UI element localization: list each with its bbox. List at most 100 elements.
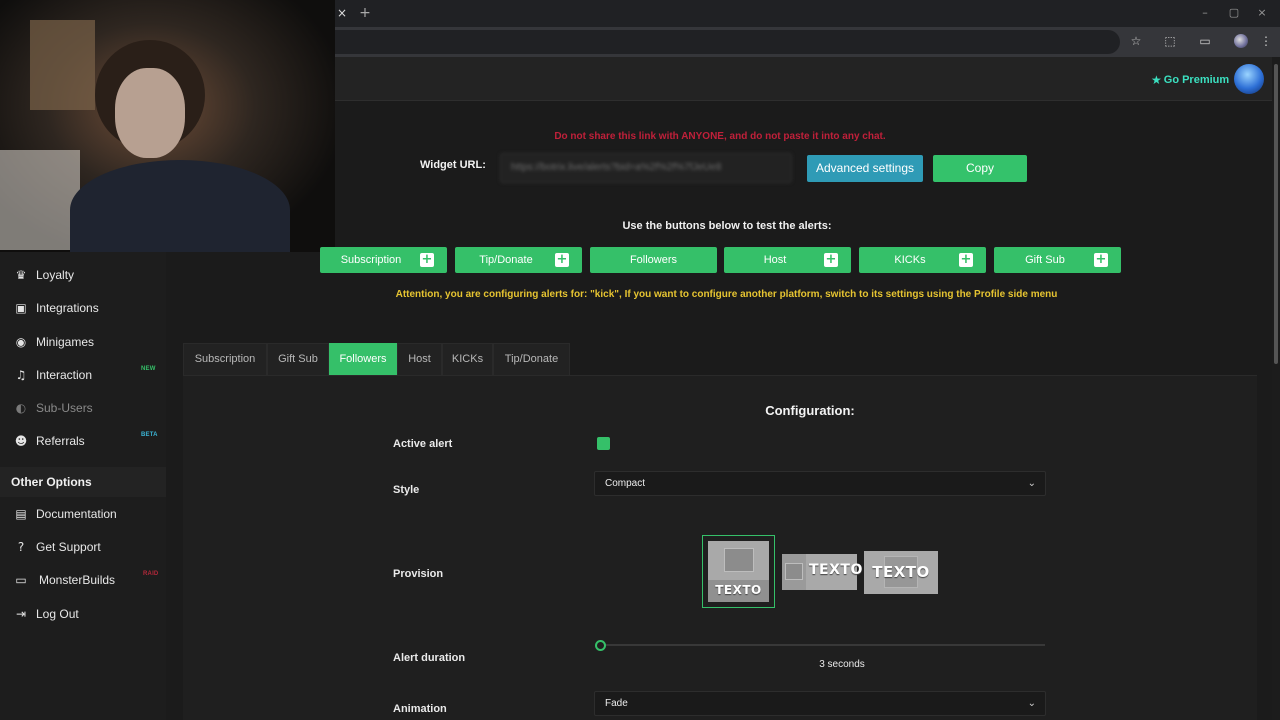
tab-close-icon[interactable]: × xyxy=(335,5,349,21)
test-subscription-button[interactable]: Subscription + xyxy=(320,247,447,273)
test-button-label: Gift Sub xyxy=(1025,254,1065,266)
plus-icon: + xyxy=(1094,252,1108,267)
sidebar-item-label: Documentation xyxy=(36,507,117,521)
plus-icon: + xyxy=(824,252,838,267)
restore-icon[interactable]: ▢ xyxy=(1227,6,1241,20)
gamepad-icon: ◉ xyxy=(15,335,27,349)
sidebar-item-label: Log Out xyxy=(36,607,79,621)
tab-subscription[interactable]: Subscription xyxy=(183,343,267,375)
tab-followers[interactable]: Followers xyxy=(329,343,397,375)
sidebar-item-log-out[interactable]: ⇥ Log Out xyxy=(0,599,166,629)
sidebar-item-loyalty[interactable]: ♛ Loyalty xyxy=(0,260,166,290)
question-icon: ? xyxy=(17,540,25,554)
plus-icon: + xyxy=(555,252,569,267)
sidebar-item-sub-users[interactable]: ◐ Sub-Users xyxy=(0,393,166,423)
cast-icon[interactable]: ▭ xyxy=(1197,33,1213,49)
tab-gift-sub[interactable]: Gift Sub xyxy=(267,343,329,375)
style-label: Style xyxy=(393,484,420,496)
integrations-icon: ▣ xyxy=(15,301,27,315)
test-kicks-button[interactable]: KICKs + xyxy=(859,247,986,273)
test-tip-donate-button[interactable]: Tip/Donate + xyxy=(455,247,582,273)
provision-option-vertical[interactable]: TEXTO xyxy=(702,535,775,608)
extensions-icon[interactable]: ⬚ xyxy=(1162,33,1178,49)
scrollbar-thumb[interactable] xyxy=(1274,64,1278,364)
trophy-icon: ♛ xyxy=(15,268,27,282)
test-followers-button[interactable]: Followers xyxy=(590,247,717,273)
site-header xyxy=(335,57,1272,101)
plus-icon: + xyxy=(420,252,434,267)
sidebar-item-label: Sub-Users xyxy=(36,401,93,415)
sidebar-item-minigames[interactable]: ◉ Minigames xyxy=(0,327,166,357)
raid-badge: RAID xyxy=(143,571,159,577)
menu-icon[interactable]: ⋮ xyxy=(1258,33,1274,49)
test-button-label: Subscription xyxy=(340,254,402,266)
widget-url-field[interactable]: https://botrix.live/alerts?bid=a%2f%2f%7… xyxy=(500,153,792,183)
animation-label: Animation xyxy=(393,703,447,715)
avatar[interactable] xyxy=(1234,64,1264,94)
provision-text: TEXTO xyxy=(872,563,930,581)
sidebar-item-label: Integrations xyxy=(36,301,99,315)
go-premium-label: Go Premium xyxy=(1163,74,1230,86)
test-button-label: KICKs xyxy=(894,254,926,266)
minimize-icon[interactable]: – xyxy=(1198,6,1212,20)
new-tab-icon[interactable]: + xyxy=(358,5,372,21)
widget-url-label: Widget URL: xyxy=(420,159,486,171)
style-select-value: Compact xyxy=(605,478,646,489)
alert-duration-slider[interactable] xyxy=(597,644,1045,646)
alert-duration-label: Alert duration xyxy=(393,652,466,664)
slider-handle[interactable] xyxy=(595,640,606,651)
provision-text: TEXTO xyxy=(715,583,762,597)
logout-icon: ⇥ xyxy=(15,607,27,621)
provision-option-horizontal[interactable]: TEXTO xyxy=(782,554,862,590)
new-badge: NEW xyxy=(141,366,156,372)
copy-button[interactable]: Copy xyxy=(933,155,1027,182)
sidebar-item-interaction[interactable]: ♫ Interaction NEW xyxy=(0,360,166,390)
window-close-icon[interactable]: × xyxy=(1255,6,1269,20)
book-icon: ▤ xyxy=(15,507,27,521)
star-icon: ★ xyxy=(1151,73,1162,87)
plus-icon: + xyxy=(959,252,973,267)
sidebar-item-monsterbuilds[interactable]: ▭ MonsterBuilds RAID xyxy=(0,565,166,595)
active-alert-label: Active alert xyxy=(393,438,453,450)
address-bar[interactable] xyxy=(335,30,1120,54)
provision-text: TEXTO xyxy=(809,562,863,578)
test-gift-sub-button[interactable]: Gift Sub + xyxy=(994,247,1121,273)
sidebar-item-integrations[interactable]: ▣ Integrations xyxy=(0,293,166,323)
advanced-settings-button[interactable]: Advanced settings xyxy=(807,155,923,182)
beta-badge: BETA xyxy=(141,432,158,438)
active-alert-checkbox[interactable] xyxy=(597,437,610,450)
animation-select[interactable]: Fade ⌄ xyxy=(594,691,1046,716)
sidebar-item-label: Loyalty xyxy=(36,268,75,282)
music-icon: ♫ xyxy=(15,368,27,382)
laptop-icon: ▭ xyxy=(15,573,27,587)
sidebar-item-documentation[interactable]: ▤ Documentation xyxy=(0,499,166,529)
tab-tip-donate[interactable]: Tip/Donate xyxy=(493,343,570,375)
referrals-icon: ☻ xyxy=(14,434,28,448)
image-placeholder-icon xyxy=(785,563,803,580)
sidebar-item-label: Referrals xyxy=(36,434,85,448)
test-button-label: Followers xyxy=(629,254,678,266)
style-select[interactable]: Compact ⌄ xyxy=(594,471,1046,496)
provision-option-overlay[interactable]: TEXTO xyxy=(864,551,938,594)
chevron-down-icon: ⌄ xyxy=(1027,698,1036,709)
star-icon[interactable]: ☆ xyxy=(1128,33,1144,49)
test-host-button[interactable]: Host + xyxy=(724,247,851,273)
alert-duration-value: 3 seconds xyxy=(819,659,865,670)
go-premium-link[interactable]: ★ Go Premium xyxy=(1151,72,1229,88)
sidebar-item-label: MonsterBuilds xyxy=(39,573,116,587)
sidebar-item-label: Interaction xyxy=(36,368,93,382)
test-button-label: Tip/Donate xyxy=(479,254,533,266)
tab-host[interactable]: Host xyxy=(397,343,442,375)
image-placeholder-icon xyxy=(724,548,754,572)
sidebar-item-label: Minigames xyxy=(36,335,95,349)
configuration-title: Configuration: xyxy=(765,403,855,418)
tab-kicks[interactable]: KICKs xyxy=(442,343,493,375)
provision-label: Provision xyxy=(393,568,444,580)
sidebar-item-referrals[interactable]: ☻ Referrals BETA xyxy=(0,426,166,456)
platform-attention-notice: Attention, you are configuring alerts fo… xyxy=(395,289,1058,300)
profile-icon[interactable] xyxy=(1234,34,1248,48)
webcam-overlay xyxy=(0,0,335,252)
sidebar-item-get-support[interactable]: ? Get Support xyxy=(0,532,166,562)
share-warning: Do not share this link with ANYONE, and … xyxy=(554,131,886,142)
animation-select-value: Fade xyxy=(605,698,628,709)
